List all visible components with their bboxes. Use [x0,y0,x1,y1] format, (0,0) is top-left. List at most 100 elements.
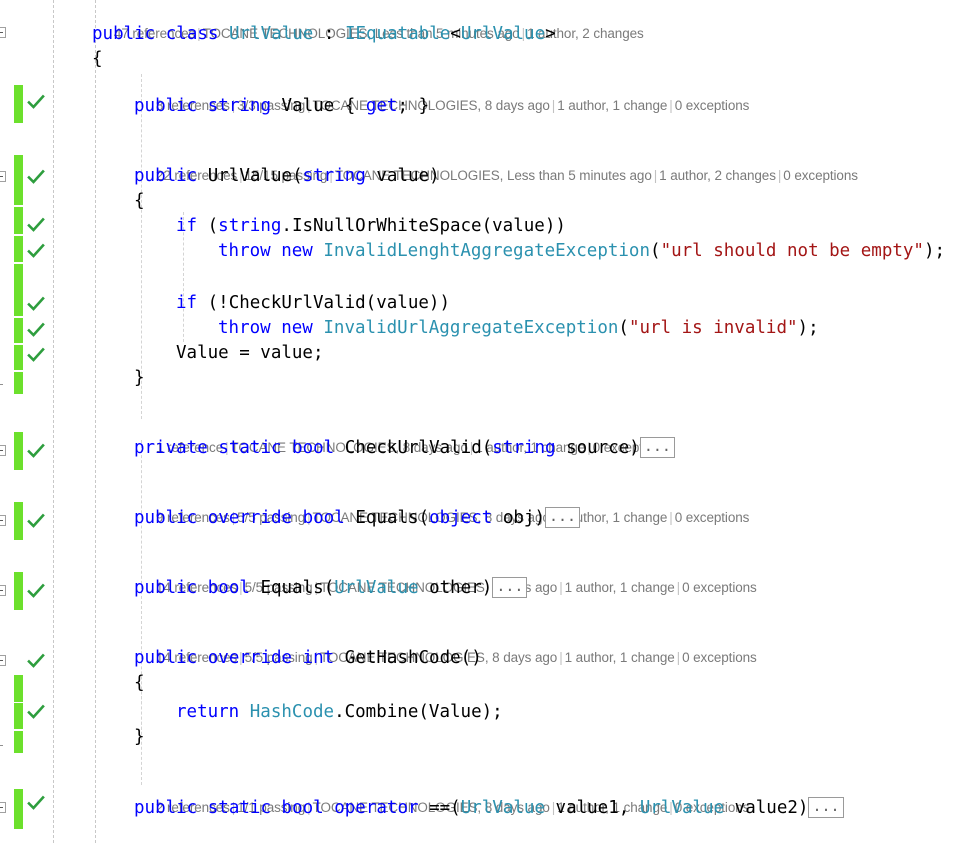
code-line-property-value[interactable]: public string Value { get; } [134,94,429,119]
token-keyword-return: return [176,702,240,722]
token-type-hashcode: HashCode [249,702,335,722]
token-string-invalid-message: "url is invalid" [628,318,798,338]
codelens-separator: | [669,510,673,525]
code-line-class-declaration[interactable]: public class UrlValue : IEquatable<UrlVa… [92,22,556,47]
collapsed-region-box[interactable]: ... [492,577,528,598]
token-keyword-throw: throw [218,241,271,261]
token-keyword-string: string [218,216,282,236]
code-line-checkurlvalid-signature[interactable]: private static bool CheckUrlValid(string… [134,436,675,461]
token-paren-open: ( [618,318,629,338]
token-paren-open: ( [481,216,493,236]
token-keyword-bool: bool [302,508,345,528]
token-type-urlvalue: UrlValue [639,798,725,818]
codelens-separator: | [676,580,681,595]
token-identifier-source: source [566,438,630,458]
code-line-constructor-close-brace[interactable]: } [134,366,145,391]
code-line-equals-object-signature[interactable]: public override bool Equals(object obj).… [134,506,581,531]
token-paren-close-semicolon: ); [923,241,946,261]
codelens-separator: | [559,580,563,595]
token-keyword-new: new [281,318,313,338]
code-line-operator-equality-signature[interactable]: public static bool operator ==(UrlValue … [134,796,844,821]
codelens-changes[interactable]: 1 author, 2 changes [659,168,776,183]
token-identifier-value: value [376,293,429,313]
token-keyword-if: if [176,293,198,313]
token-paren-open: ( [207,216,219,236]
token-paren-open-not: (! [207,293,229,313]
token-paren-open: ( [323,578,335,598]
token-keyword-override: override [207,508,293,528]
token-type-urlvalue: UrlValue [460,798,545,818]
token-angle-open: < [450,24,461,44]
token-colon: : [323,24,335,44]
token-keyword-string: string [302,166,366,186]
code-line-assign-value[interactable]: Value = value; [176,341,324,366]
codelens-exceptions[interactable]: 0 exceptions [675,510,750,525]
token-keyword-public: public [134,648,198,668]
token-brace-open: { [134,673,145,693]
token-method-isnullorwhitespace: IsNullOrWhiteSpace [291,216,482,236]
collapsed-region-box[interactable]: ... [639,437,675,458]
codelens-exceptions[interactable]: 0 exceptions [783,168,858,183]
token-brace-open: { [344,96,356,116]
codelens-exceptions[interactable]: 0 exceptions [682,580,757,595]
token-keyword-static: static [218,438,282,458]
codelens-exceptions[interactable]: 0 exceptions [675,98,750,113]
code-line-gethashcode-open-brace[interactable]: { [134,671,145,696]
collapsed-region-box[interactable]: ... [808,797,844,818]
codelens-changes[interactable]: 1 author, 1 change [565,580,675,595]
token-identifier-urlvalue: UrlValue [207,166,293,186]
code-line-if-invalid-check[interactable]: if (!CheckUrlValid(value)) [176,291,450,316]
token-operator-equality: ==( [429,798,461,818]
token-comma: , [618,798,640,818]
codelens-changes[interactable]: 1 author, 1 change [565,650,675,665]
token-keyword-static: static [207,798,271,818]
code-text-layer: 47 references | TOCANE TECHNOLOGIES, Less … [0,0,978,843]
token-method-equals: Equals [260,578,324,598]
token-paren-open: ( [365,293,377,313]
code-line-throw-length-exception[interactable]: throw new InvalidLenghtAggregateExceptio… [218,239,945,264]
codelens-changes[interactable]: 1 author, 1 change [557,98,667,113]
token-dot: . [281,216,292,236]
codelens-separator: | [559,650,563,665]
token-paren-close: ) [481,578,493,598]
token-paren-open: ( [650,241,661,261]
token-paren-close: ) [797,798,809,818]
code-line-gethashcode-close-brace[interactable]: } [134,725,145,750]
code-line-throw-url-exception[interactable]: throw new InvalidUrlAggregateException("… [218,316,819,341]
token-identifier-value1: value1 [555,798,619,818]
token-keyword-operator: operator [334,798,419,818]
token-type-iequatable: IEquatable [344,24,451,44]
code-line-constructor-signature[interactable]: public UrlValue(string value) [134,164,440,189]
token-semicolon: ; [397,96,409,116]
code-line-equals-urlvalue-signature[interactable]: public bool Equals(UrlValue other)... [134,576,528,601]
token-keyword-if: if [176,216,198,236]
token-paren-close: ) [629,438,640,458]
token-type-urlvalue: UrlValue [229,24,314,44]
token-brace-open: { [134,191,145,211]
token-type-invalidlenghtaggregateexception: InvalidLenghtAggregateException [323,241,651,261]
token-angle-close: > [545,24,556,44]
token-keyword-public: public [134,96,198,116]
token-method-combine: Combine [344,702,419,722]
code-line-if-null-check[interactable]: if (string.IsNullOrWhiteSpace(value)) [176,214,566,239]
token-keyword-bool: bool [281,798,324,818]
code-line-gethashcode-return[interactable]: return HashCode.Combine(Value); [176,700,503,725]
code-line-class-open-brace[interactable]: { [92,47,103,72]
token-keyword-new: new [281,241,313,261]
code-line-constructor-open-brace[interactable]: { [134,189,145,214]
token-identifier-value: Value [428,702,482,722]
token-identifier-other: other [429,578,482,598]
token-identifier-value: Value [281,96,335,116]
codelens-exceptions[interactable]: 0 exceptions [682,650,757,665]
token-dot: . [334,702,345,722]
token-brace-open: { [92,49,103,69]
code-editor-viewport[interactable]: 47 references | TOCANE TECHNOLOGIES, Less … [0,0,978,843]
token-brace-close: } [418,96,430,116]
codelens-separator: | [676,650,681,665]
collapsed-region-box[interactable]: ... [545,507,581,528]
token-identifier-value: value [376,166,430,186]
token-keyword-get: get [365,96,398,116]
token-method-checkurlvalid: CheckUrlValid [228,293,366,313]
code-line-gethashcode-signature[interactable]: public override int GetHashCode() [134,646,482,671]
codelens-separator: | [669,98,673,113]
